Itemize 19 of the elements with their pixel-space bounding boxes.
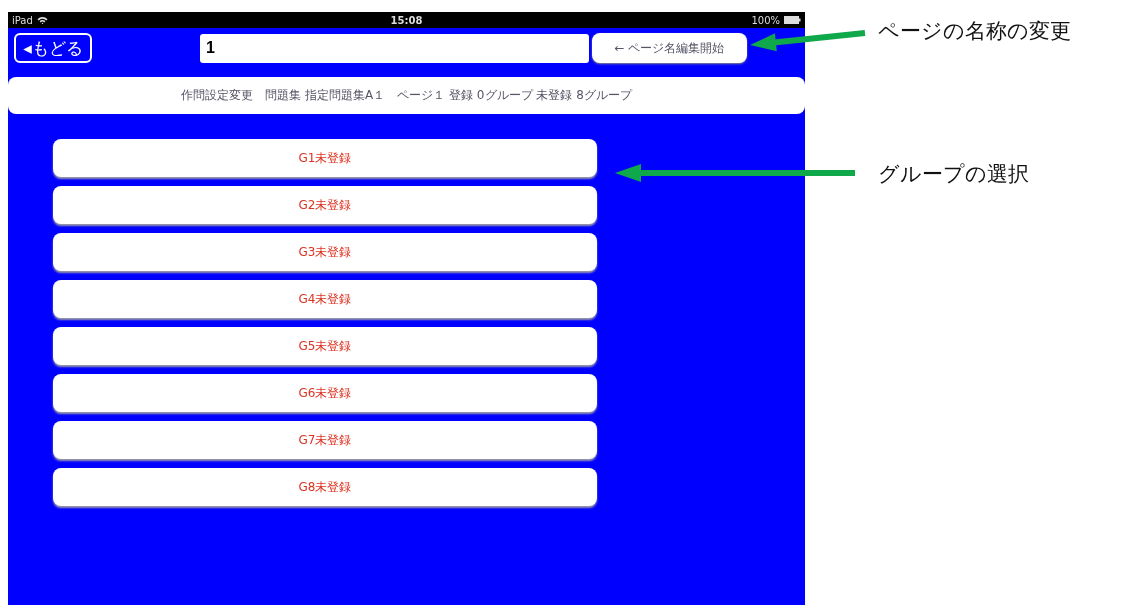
annotation-text: ページの名称の変更 bbox=[878, 18, 1071, 45]
wifi-icon bbox=[36, 15, 48, 25]
back-button[interactable]: ◂もどる bbox=[14, 33, 92, 63]
battery-percent: 100% bbox=[751, 14, 780, 26]
group-button[interactable]: G3未登録 bbox=[53, 233, 597, 271]
info-text: 作問設定変更 問題集 指定問題集A１ ページ１ 登録 0グループ 未登録 8グループ bbox=[181, 87, 632, 104]
group-button[interactable]: G2未登録 bbox=[53, 186, 597, 224]
group-button[interactable]: G6未登録 bbox=[53, 374, 597, 412]
group-button[interactable]: G1未登録 bbox=[53, 139, 597, 177]
group-button[interactable]: G7未登録 bbox=[53, 421, 597, 459]
clock-time: 15:08 bbox=[390, 14, 423, 26]
carrier-label: iPad bbox=[12, 14, 33, 26]
page-name-field[interactable]: 1 bbox=[200, 33, 589, 63]
group-button[interactable]: G5未登録 bbox=[53, 327, 597, 365]
group-button[interactable]: G4未登録 bbox=[53, 280, 597, 318]
group-button[interactable]: G8未登録 bbox=[53, 468, 597, 506]
battery-icon bbox=[784, 16, 801, 24]
annotation-text: グループの選択 bbox=[878, 161, 1029, 188]
edit-page-name-button[interactable]: ← ページ名編集開始 bbox=[592, 33, 747, 63]
